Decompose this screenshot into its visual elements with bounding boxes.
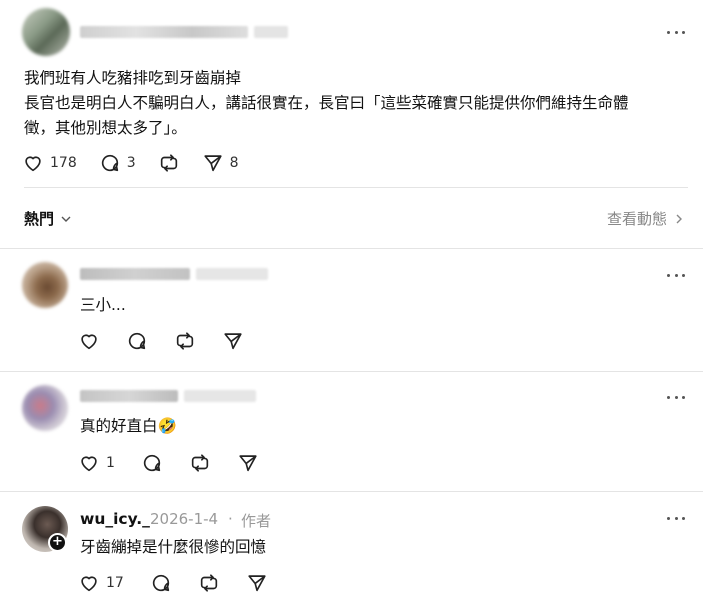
view-activity-label: 查看動態: [606, 210, 667, 228]
reply-actions: 1: [78, 452, 281, 474]
view-activity-link[interactable]: 查看動態: [607, 208, 685, 229]
chevron-right-icon: [676, 214, 682, 223]
share-button[interactable]: [237, 452, 259, 474]
repost-button[interactable]: [198, 572, 220, 594]
reply-username-blurred[interactable]: [80, 268, 190, 280]
reply-text: 三小...: [80, 296, 126, 314]
comment-button[interactable]: [141, 452, 163, 474]
more-icon[interactable]: [667, 29, 685, 35]
author-avatar[interactable]: [22, 8, 70, 56]
comment-button[interactable]: 3: [99, 152, 136, 174]
like-count: 17: [106, 575, 124, 591]
reply-meta-blurred: [184, 390, 256, 402]
like-button[interactable]: 1: [78, 452, 115, 474]
comment-icon: [152, 574, 169, 592]
post-line: 長官也是明白人不騙明白人，講話很實在，長官曰「這些菜確實只能提供你們維持生命體: [24, 94, 629, 112]
divider: [24, 187, 688, 188]
heart-icon: [81, 456, 97, 472]
divider: [0, 371, 703, 372]
like-button[interactable]: 178: [22, 152, 77, 174]
share-button[interactable]: [222, 330, 244, 352]
repost-icon: [200, 574, 217, 592]
like-count: 1: [106, 455, 115, 471]
repost-icon: [160, 154, 177, 172]
sort-label: 熱門: [24, 210, 55, 228]
divider: [0, 491, 703, 492]
more-icon[interactable]: [667, 394, 685, 400]
reply-actions: [78, 330, 266, 352]
reply-text: 牙齒繃掉是什麼很慘的回憶: [80, 538, 267, 556]
sort-dropdown[interactable]: 熱門: [24, 208, 72, 229]
heart-icon: [81, 334, 97, 350]
post-actions: 178 3 8: [22, 152, 261, 174]
comment-button[interactable]: [150, 572, 172, 594]
reply-avatar[interactable]: [22, 262, 68, 308]
post-line: 我們班有人吃豬排吃到牙齒崩掉: [24, 69, 242, 87]
share-icon: [248, 575, 266, 592]
repost-button[interactable]: [158, 152, 180, 174]
repost-icon: [176, 332, 194, 350]
reply-username-blurred[interactable]: [80, 390, 178, 402]
reply-username[interactable]: wu_icy._: [80, 510, 150, 528]
share-icon: [239, 455, 257, 472]
heart-icon: [81, 576, 97, 592]
plus-icon[interactable]: +: [48, 533, 67, 552]
like-count: 178: [50, 155, 77, 171]
repost-button[interactable]: [174, 330, 196, 352]
share-icon: [224, 333, 242, 350]
reply-meta-blurred: [196, 268, 268, 280]
share-count: 8: [229, 155, 239, 171]
chevron-down-icon: [61, 216, 71, 222]
comment-icon: [143, 454, 161, 472]
repost-button[interactable]: [189, 452, 211, 474]
author-username-blurred[interactable]: [80, 26, 248, 38]
like-button[interactable]: 17: [78, 572, 124, 594]
reply-avatar[interactable]: [22, 385, 68, 431]
comment-count: 3: [126, 155, 136, 171]
comment-icon: [101, 154, 118, 172]
more-icon[interactable]: [667, 272, 685, 278]
share-button[interactable]: 8: [202, 152, 239, 174]
post-body: 我們班有人吃豬排吃到牙齒崩掉 長官也是明白人不騙明白人，講話很實在，長官曰「這些…: [24, 66, 684, 141]
comment-icon: [128, 332, 146, 350]
more-icon[interactable]: [667, 515, 685, 521]
reply-actions: 17: [78, 572, 290, 594]
heart-icon: [25, 156, 41, 172]
meta-separator: ·: [228, 510, 233, 528]
comment-button[interactable]: [126, 330, 148, 352]
share-icon: [204, 155, 222, 172]
like-button[interactable]: [78, 330, 100, 352]
reply-text: 真的好直白🤣: [80, 417, 177, 435]
repost-icon: [191, 454, 209, 472]
post-line: 徵，其他別想太多了」。: [24, 119, 187, 137]
share-button[interactable]: [246, 572, 268, 594]
post-meta-blurred: [254, 26, 288, 38]
reply-date: 2026-1-4: [150, 510, 219, 528]
divider: [0, 248, 703, 249]
author-badge: 作者: [241, 512, 272, 530]
